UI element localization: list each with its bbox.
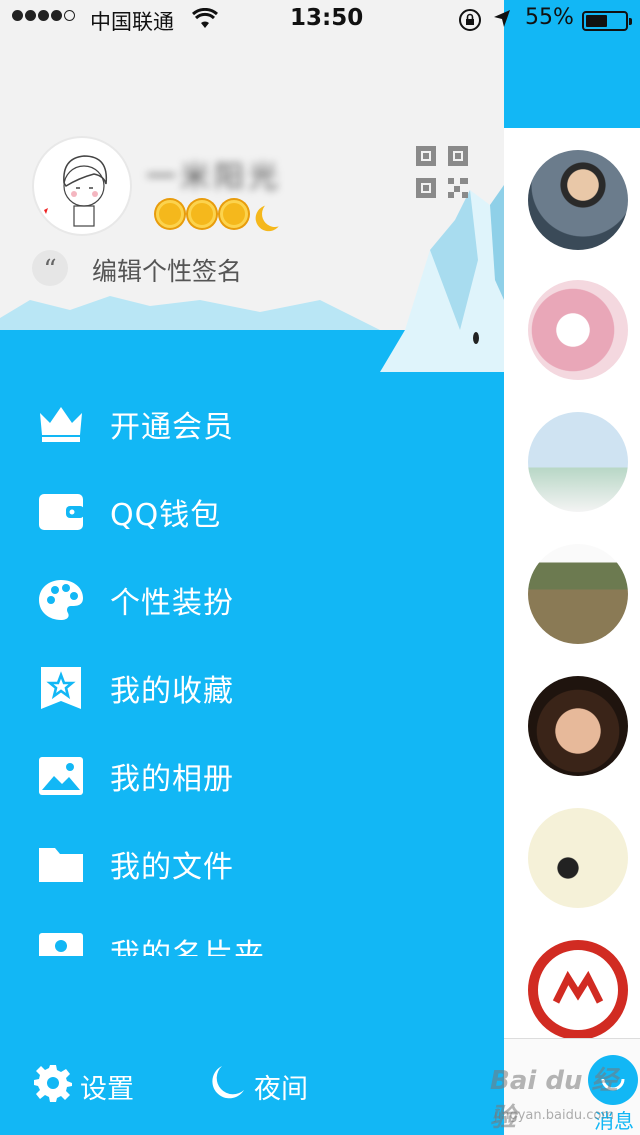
- signature-edit[interactable]: 编辑个性签名: [92, 252, 242, 288]
- menu-item-card-holder[interactable]: 我的名片夹: [0, 908, 504, 956]
- quote-icon: “: [32, 250, 68, 286]
- menu-item-favorites[interactable]: 我的收藏: [0, 644, 504, 732]
- carrier-name: 中国联通: [90, 10, 174, 34]
- moon-level-icon: [260, 199, 290, 229]
- status-bar: 中国联通 13:50 55%: [0, 0, 640, 40]
- profile-avatar[interactable]: [32, 136, 132, 236]
- profile-nickname[interactable]: 一米阳光: [146, 152, 282, 196]
- watermark-url: jingyan.baidu.com: [494, 1108, 614, 1123]
- album-icon: [36, 753, 86, 799]
- sun-level-icon: [156, 200, 184, 228]
- drawer-menu: 开通会员 QQ钱包 个性装扮 我的收藏 我的相册 我的文件 我的名片夹: [0, 380, 504, 956]
- clock: 13:50: [290, 5, 364, 31]
- chat-avatar-6[interactable]: [528, 808, 628, 908]
- side-drawer: 一米阳光 “ 编辑个性签名 开通会员 QQ钱包 个性装扮 我的收藏 我的相册 我…: [0, 0, 504, 1135]
- chat-list: [504, 128, 640, 1040]
- chat-avatar-3[interactable]: [528, 412, 628, 512]
- chat-avatar-5[interactable]: [528, 676, 628, 776]
- chat-avatar-2[interactable]: [528, 280, 628, 380]
- moon-icon: [208, 1064, 246, 1109]
- menu-item-album[interactable]: 我的相册: [0, 732, 504, 820]
- sun-level-icon: [220, 200, 248, 228]
- battery-percent: 55%: [525, 5, 574, 30]
- chat-avatar-4[interactable]: [528, 544, 628, 644]
- settings-button[interactable]: 设置: [34, 1064, 134, 1109]
- palette-icon: [36, 577, 86, 623]
- card-holder-icon: [36, 929, 86, 956]
- menu-item-wallet[interactable]: QQ钱包: [0, 468, 504, 556]
- qr-code-icon[interactable]: [416, 146, 468, 198]
- crown-icon: [36, 401, 86, 447]
- battery-icon: [582, 11, 632, 31]
- menu-item-files[interactable]: 我的文件: [0, 820, 504, 908]
- drawer-footer: 设置 夜间: [0, 1058, 504, 1118]
- sun-level-icon: [188, 200, 216, 228]
- signal-strength-icon: [12, 10, 75, 21]
- chat-avatar-7[interactable]: [528, 940, 628, 1040]
- folder-icon: [36, 841, 86, 887]
- favorites-icon: [36, 665, 86, 711]
- location-arrow-icon: [492, 8, 512, 36]
- wallet-icon: [36, 489, 86, 535]
- night-mode-button[interactable]: 夜间: [208, 1064, 308, 1109]
- qq-level-badges[interactable]: [156, 200, 288, 228]
- chat-avatar-1[interactable]: [528, 150, 628, 250]
- menu-item-themes[interactable]: 个性装扮: [0, 556, 504, 644]
- gear-icon: [34, 1064, 72, 1109]
- menu-item-vip[interactable]: 开通会员: [0, 380, 504, 468]
- rotation-lock-icon: [458, 8, 482, 38]
- wifi-icon: [192, 7, 218, 36]
